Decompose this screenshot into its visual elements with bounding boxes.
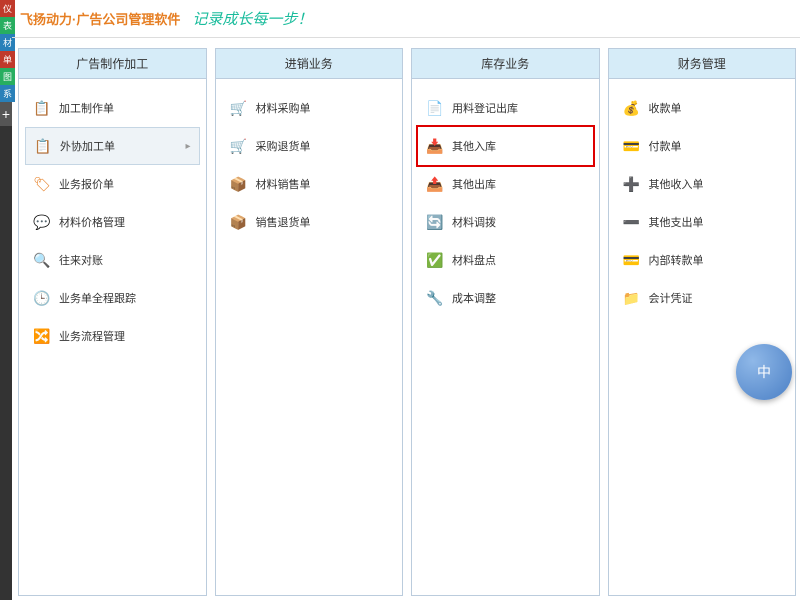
pay-icon: 💳 — [623, 137, 641, 155]
chevron-right-icon: ▸ — [185, 141, 190, 152]
float-badge[interactable]: 中 — [736, 344, 792, 400]
cart-icon: 🛒 — [230, 137, 248, 155]
menu-item[interactable]: 🔀 业务流程管理 — [25, 317, 200, 355]
panel-header: 财务管理 — [609, 49, 796, 79]
menu-item[interactable]: ➖ 其他支出单 — [615, 203, 790, 241]
menu-item-label: 用料登记出库 — [452, 100, 518, 116]
menu-item[interactable]: 🔍 往来对账 — [25, 241, 200, 279]
panel-body: 💰 收款单 💳 付款单 ➕ 其他收入单 ➖ 其他支出单 💳 内部转款单 📁 会计凭证 — [609, 79, 796, 595]
panel-body: 📋 加工制作单 📋 外协加工单 ▸ 🏷 业务报价单 💬 材料价格管理 🔍 往来对账 🕒 业务单全程跟踪 🔀… — [19, 79, 206, 595]
menu-item-label: 材料调拨 — [452, 214, 496, 230]
menu-item[interactable]: 💳 内部转款单 — [615, 241, 790, 279]
menu-item-label: 收款单 — [649, 100, 682, 116]
panel: 财务管理 💰 收款单 💳 付款单 ➕ 其他收入单 ➖ 其他支出单 💳 内部转款单 📁 会计凭证 — [608, 48, 797, 596]
menu-item-label: 业务单全程跟踪 — [59, 290, 136, 306]
clock-icon: 🕒 — [33, 289, 51, 307]
menu-item[interactable]: 🔧 成本调整 — [418, 279, 593, 317]
menu-item-label: 其他支出单 — [649, 214, 704, 230]
menu-item[interactable]: 📄 用料登记出库 — [418, 89, 593, 127]
menu-item-label: 材料采购单 — [256, 100, 311, 116]
menu-item[interactable]: 🛒 采购退货单 — [222, 127, 397, 165]
wrench-icon: 🔧 — [426, 289, 444, 307]
panel-header: 广告制作加工 — [19, 49, 206, 79]
panel: 广告制作加工 📋 加工制作单 📋 外协加工单 ▸ 🏷 业务报价单 💬 材料价格管理 🔍 往来对账 🕒 业务… — [18, 48, 207, 596]
file-icon: 📁 — [623, 289, 641, 307]
menu-item[interactable]: 📤 其他出库 — [418, 165, 593, 203]
menu-item-label: 加工制作单 — [59, 100, 114, 116]
panel-header: 库存业务 — [412, 49, 599, 79]
menu-item-label: 采购退货单 — [256, 138, 311, 154]
box-icon: 📦 — [230, 175, 248, 193]
clipboard-icon: 📋 — [34, 137, 52, 155]
menu-item[interactable]: 📋 加工制作单 — [25, 89, 200, 127]
search-icon: 🔍 — [33, 251, 51, 269]
tag-icon: 🏷 — [33, 175, 51, 193]
menu-item-label: 销售退货单 — [256, 214, 311, 230]
box-icon: 📦 — [230, 213, 248, 231]
menu-item[interactable]: 🔄 材料调拨 — [418, 203, 593, 241]
flow-icon: 🔀 — [33, 327, 51, 345]
menu-item[interactable]: 💬 材料价格管理 — [25, 203, 200, 241]
menu-item[interactable]: ➕ 其他收入单 — [615, 165, 790, 203]
leftbar-add-icon[interactable]: + — [0, 102, 12, 126]
menu-item-label: 材料价格管理 — [59, 214, 125, 230]
menu-item[interactable]: 📦 材料销售单 — [222, 165, 397, 203]
leftbar-item[interactable]: 图 — [0, 68, 15, 85]
card-icon: 💳 — [623, 251, 641, 269]
minus-icon: ➖ — [623, 213, 641, 231]
out-icon: 📤 — [426, 175, 444, 193]
menu-item-label: 材料销售单 — [256, 176, 311, 192]
menu-item-label: 业务报价单 — [59, 176, 114, 192]
panels-container: 广告制作加工 📋 加工制作单 📋 外协加工单 ▸ 🏷 业务报价单 💬 材料价格管理 🔍 往来对账 🕒 业务… — [18, 48, 796, 596]
plus-icon: ➕ — [623, 175, 641, 193]
menu-item-label: 往来对账 — [59, 252, 103, 268]
leftbar-item[interactable]: 单 — [0, 51, 15, 68]
menu-item-label: 成本调整 — [452, 290, 496, 306]
panel: 进销业务 🛒 材料采购单 🛒 采购退货单 📦 材料销售单 📦 销售退货单 — [215, 48, 404, 596]
swap-icon: 🔄 — [426, 213, 444, 231]
menu-item[interactable]: 🏷 业务报价单 — [25, 165, 200, 203]
panel-body: 🛒 材料采购单 🛒 采购退货单 📦 材料销售单 📦 销售退货单 — [216, 79, 403, 595]
chat-icon: 💬 — [33, 213, 51, 231]
menu-item-label: 会计凭证 — [649, 290, 693, 306]
menu-item-label: 其他出库 — [452, 176, 496, 192]
menu-item[interactable]: 📥 其他入库 — [418, 127, 593, 165]
menu-item[interactable]: 💳 付款单 — [615, 127, 790, 165]
brand-slogan: 记录成长每一步！ — [192, 8, 312, 29]
panel-body: 📄 用料登记出库 📥 其他入库 📤 其他出库 🔄 材料调拨 ✅ 材料盘点 🔧 成本调整 — [412, 79, 599, 595]
left-sidebar: 仪 表 材 单 图 系 + — [0, 0, 12, 600]
in-icon: 📥 — [426, 137, 444, 155]
coins-icon: 💰 — [623, 99, 641, 117]
menu-item[interactable]: 📋 外协加工单 ▸ — [25, 127, 200, 165]
panel-header: 进销业务 — [216, 49, 403, 79]
doc-icon: 📄 — [426, 99, 444, 117]
menu-item-label: 业务流程管理 — [59, 328, 125, 344]
menu-item[interactable]: 📁 会计凭证 — [615, 279, 790, 317]
clipboard-icon: 📋 — [33, 99, 51, 117]
cart-icon: 🛒 — [230, 99, 248, 117]
menu-item-label: 付款单 — [649, 138, 682, 154]
panel: 库存业务 📄 用料登记出库 📥 其他入库 📤 其他出库 🔄 材料调拨 ✅ 材料盘点 🔧 成本调整 — [411, 48, 600, 596]
app-header: 飞扬动力·广告公司管理软件 记录成长每一步！ — [12, 0, 800, 38]
brand-title: 飞扬动力·广告公司管理软件 — [20, 9, 180, 28]
menu-item[interactable]: 📦 销售退货单 — [222, 203, 397, 241]
menu-item[interactable]: 💰 收款单 — [615, 89, 790, 127]
menu-item-label: 内部转款单 — [649, 252, 704, 268]
check-icon: ✅ — [426, 251, 444, 269]
menu-item[interactable]: ✅ 材料盘点 — [418, 241, 593, 279]
menu-item-label: 外协加工单 — [60, 138, 115, 154]
menu-item-label: 其他入库 — [452, 138, 496, 154]
menu-item-label: 材料盘点 — [452, 252, 496, 268]
menu-item-label: 其他收入单 — [649, 176, 704, 192]
leftbar-item[interactable]: 系 — [0, 85, 15, 102]
menu-item[interactable]: 🕒 业务单全程跟踪 — [25, 279, 200, 317]
menu-item[interactable]: 🛒 材料采购单 — [222, 89, 397, 127]
